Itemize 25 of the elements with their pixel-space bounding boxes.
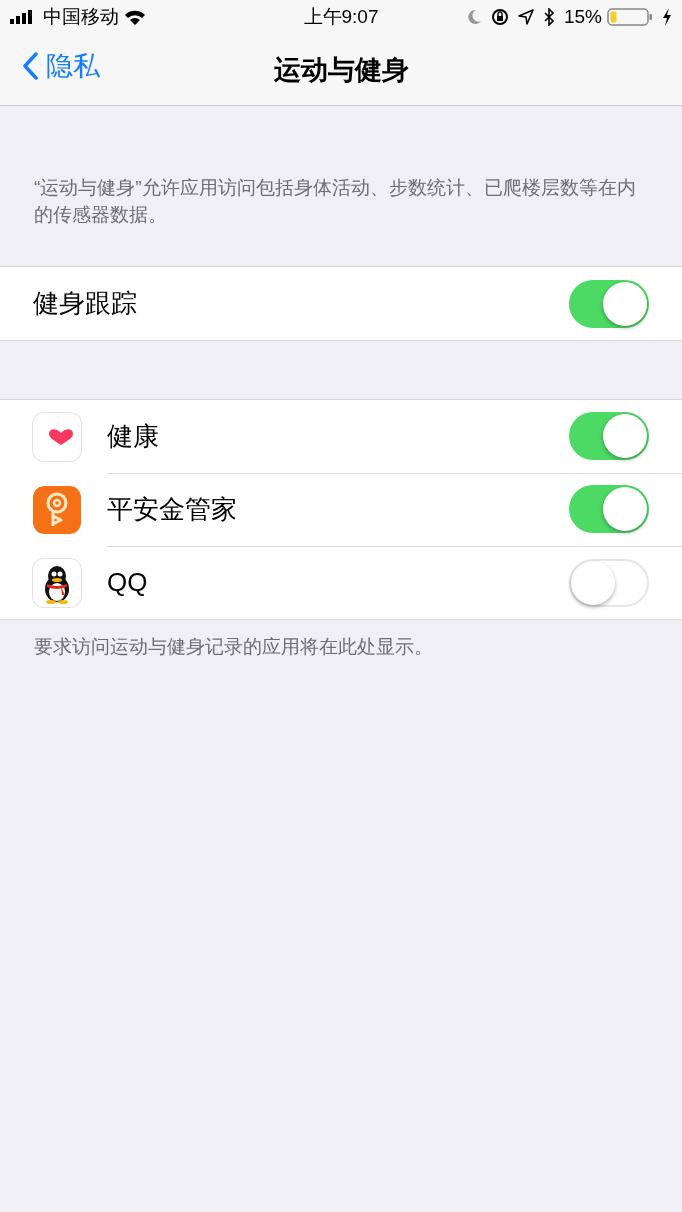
battery-icon: [607, 7, 653, 27]
penguin-icon: [33, 558, 81, 607]
app-name: QQ: [107, 567, 148, 598]
toggle-switch[interactable]: [569, 485, 649, 533]
toggle-switch[interactable]: [569, 558, 649, 607]
moon-icon: [465, 9, 482, 25]
carrier-name: 中国移动: [43, 5, 119, 29]
charging-bolt-icon: [662, 8, 672, 26]
back-chevron-icon: [22, 52, 38, 80]
key-icon: [33, 485, 81, 534]
footer-note: 要求访问运动与健身记录的应用将在此处显示。: [33, 635, 434, 659]
clock-time: 上午9:07: [302, 5, 380, 29]
rotation-lock-icon: [490, 8, 509, 26]
wifi-icon: [124, 9, 146, 25]
app-name: 平安金管家: [107, 492, 237, 526]
page-title: 运动与健身: [273, 53, 409, 87]
bluetooth-icon: [542, 8, 555, 26]
description-text: “运动与健身”允许应用访问包括身体活动、步数统计、已爬楼层数等在内的传感器数据。: [33, 176, 637, 227]
setting-label: 健身跟踪: [33, 287, 137, 320]
toggle-switch[interactable]: [569, 279, 649, 328]
toggle-switch[interactable]: [569, 412, 649, 460]
location-arrow-icon: [517, 9, 534, 25]
app-name: 健康: [107, 419, 159, 453]
battery-percentage: 15%: [563, 6, 602, 28]
back-button[interactable]: 隐私: [22, 48, 100, 84]
